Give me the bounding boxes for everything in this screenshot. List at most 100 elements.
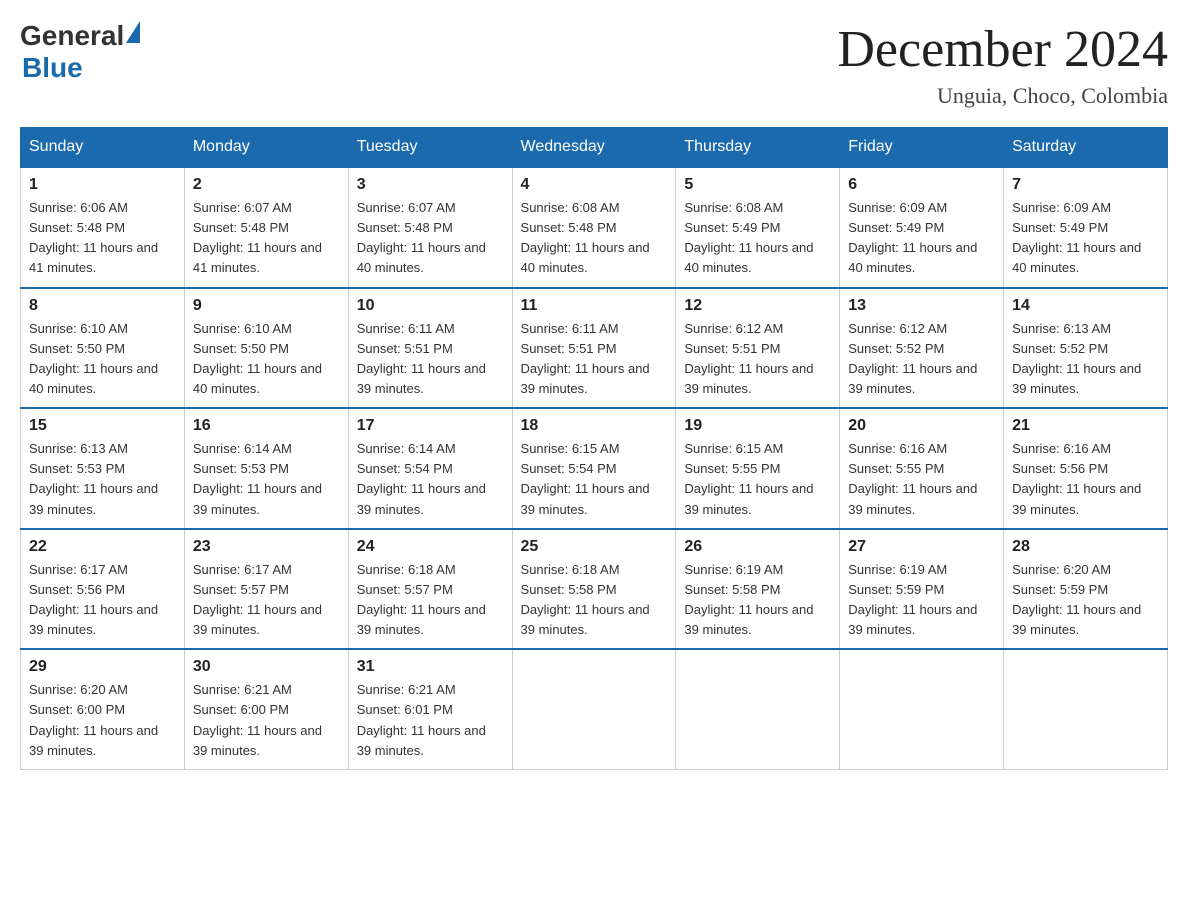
day-number: 20	[848, 417, 995, 435]
day-info: Sunrise: 6:09 AMSunset: 5:49 PMDaylight:…	[1012, 198, 1159, 279]
calendar-cell: 22 Sunrise: 6:17 AMSunset: 5:56 PMDayligh…	[21, 529, 185, 650]
day-info: Sunrise: 6:13 AMSunset: 5:53 PMDaylight:…	[29, 439, 176, 520]
day-info: Sunrise: 6:13 AMSunset: 5:52 PMDaylight:…	[1012, 319, 1159, 400]
weekday-header-wednesday: Wednesday	[512, 128, 676, 168]
day-info: Sunrise: 6:11 AMSunset: 5:51 PMDaylight:…	[357, 319, 504, 400]
weekday-header-thursday: Thursday	[676, 128, 840, 168]
calendar-cell: 20Sunrise: 6:16 AMSunset: 5:55 PMDayligh…	[840, 408, 1004, 529]
day-info: Sunrise: 6:18 AMSunset: 5:57 PMDaylight:…	[357, 560, 504, 641]
day-number: 14	[1012, 297, 1159, 315]
day-number: 4	[521, 176, 668, 194]
day-info: Sunrise: 6:12 AMSunset: 5:52 PMDaylight:…	[848, 319, 995, 400]
day-number: 17	[357, 417, 504, 435]
logo-triangle-icon	[126, 21, 140, 43]
day-number: 22	[29, 538, 176, 556]
day-info: Sunrise: 6:17 AMSunset: 5:56 PMDaylight:…	[29, 560, 176, 641]
day-info: Sunrise: 6:10 AMSunset: 5:50 PMDaylight:…	[29, 319, 176, 400]
day-info: Sunrise: 6:08 AMSunset: 5:49 PMDaylight:…	[684, 198, 831, 279]
day-info: Sunrise: 6:19 AMSunset: 5:58 PMDaylight:…	[684, 560, 831, 641]
day-info: Sunrise: 6:15 AMSunset: 5:55 PMDaylight:…	[684, 439, 831, 520]
day-info: Sunrise: 6:07 AMSunset: 5:48 PMDaylight:…	[193, 198, 340, 279]
calendar-body: 1 Sunrise: 6:06 AMSunset: 5:48 PMDaylight…	[21, 167, 1168, 769]
day-number: 30	[193, 658, 340, 676]
day-number: 19	[684, 417, 831, 435]
calendar-cell: 8 Sunrise: 6:10 AMSunset: 5:50 PMDaylight…	[21, 288, 185, 409]
calendar-header: SundayMondayTuesdayWednesdayThursdayFrid…	[21, 128, 1168, 168]
day-number: 16	[193, 417, 340, 435]
day-number: 2	[193, 176, 340, 194]
calendar-cell	[1004, 649, 1168, 769]
day-number: 11	[521, 297, 668, 315]
day-info: Sunrise: 6:06 AMSunset: 5:48 PMDaylight:…	[29, 198, 176, 279]
page-header: General Blue December 2024 Unguia, Choco…	[20, 20, 1168, 109]
day-info: Sunrise: 6:14 AMSunset: 5:54 PMDaylight:…	[357, 439, 504, 520]
day-number: 27	[848, 538, 995, 556]
day-info: Sunrise: 6:09 AMSunset: 5:49 PMDaylight:…	[848, 198, 995, 279]
day-info: Sunrise: 6:11 AMSunset: 5:51 PMDaylight:…	[521, 319, 668, 400]
day-number: 3	[357, 176, 504, 194]
logo-general-text: General	[20, 20, 124, 52]
calendar-cell: 10 Sunrise: 6:11 AMSunset: 5:51 PMDayligh…	[348, 288, 512, 409]
day-info: Sunrise: 6:15 AMSunset: 5:54 PMDaylight:…	[521, 439, 668, 520]
calendar-cell: 25 Sunrise: 6:18 AMSunset: 5:58 PMDayligh…	[512, 529, 676, 650]
calendar-cell: 30 Sunrise: 6:21 AMSunset: 6:00 PMDayligh…	[184, 649, 348, 769]
day-number: 18	[521, 417, 668, 435]
day-number: 29	[29, 658, 176, 676]
day-number: 31	[357, 658, 504, 676]
calendar-cell: 12 Sunrise: 6:12 AMSunset: 5:51 PMDayligh…	[676, 288, 840, 409]
logo: General Blue	[20, 20, 140, 84]
calendar-cell: 17 Sunrise: 6:14 AMSunset: 5:54 PMDayligh…	[348, 408, 512, 529]
day-number: 8	[29, 297, 176, 315]
calendar-cell: 5 Sunrise: 6:08 AMSunset: 5:49 PMDaylight…	[676, 167, 840, 288]
calendar-cell: 21 Sunrise: 6:16 AMSunset: 5:56 PMDayligh…	[1004, 408, 1168, 529]
day-number: 25	[521, 538, 668, 556]
calendar-cell: 18 Sunrise: 6:15 AMSunset: 5:54 PMDayligh…	[512, 408, 676, 529]
day-number: 12	[684, 297, 831, 315]
calendar-cell: 11 Sunrise: 6:11 AMSunset: 5:51 PMDayligh…	[512, 288, 676, 409]
day-info: Sunrise: 6:12 AMSunset: 5:51 PMDaylight:…	[684, 319, 831, 400]
calendar-cell	[840, 649, 1004, 769]
calendar-cell: 3 Sunrise: 6:07 AMSunset: 5:48 PMDaylight…	[348, 167, 512, 288]
calendar-cell: 1 Sunrise: 6:06 AMSunset: 5:48 PMDaylight…	[21, 167, 185, 288]
calendar-table: SundayMondayTuesdayWednesdayThursdayFrid…	[20, 127, 1168, 770]
calendar-cell: 15 Sunrise: 6:13 AMSunset: 5:53 PMDayligh…	[21, 408, 185, 529]
day-info: Sunrise: 6:16 AMSunset: 5:56 PMDaylight:…	[1012, 439, 1159, 520]
calendar-cell: 24 Sunrise: 6:18 AMSunset: 5:57 PMDayligh…	[348, 529, 512, 650]
page-title: December 2024	[837, 20, 1168, 79]
day-number: 1	[29, 176, 176, 194]
day-info: Sunrise: 6:18 AMSunset: 5:58 PMDaylight:…	[521, 560, 668, 641]
day-info: Sunrise: 6:19 AMSunset: 5:59 PMDaylight:…	[848, 560, 995, 641]
day-number: 23	[193, 538, 340, 556]
day-number: 15	[29, 417, 176, 435]
day-number: 26	[684, 538, 831, 556]
calendar-cell: 13 Sunrise: 6:12 AMSunset: 5:52 PMDayligh…	[840, 288, 1004, 409]
day-info: Sunrise: 6:14 AMSunset: 5:53 PMDaylight:…	[193, 439, 340, 520]
calendar-cell: 2 Sunrise: 6:07 AMSunset: 5:48 PMDaylight…	[184, 167, 348, 288]
day-number: 10	[357, 297, 504, 315]
location-subtitle: Unguia, Choco, Colombia	[837, 83, 1168, 109]
day-info: Sunrise: 6:21 AMSunset: 6:00 PMDaylight:…	[193, 680, 340, 761]
calendar-cell: 14 Sunrise: 6:13 AMSunset: 5:52 PMDayligh…	[1004, 288, 1168, 409]
calendar-cell: 4Sunrise: 6:08 AMSunset: 5:48 PMDaylight…	[512, 167, 676, 288]
day-number: 5	[684, 176, 831, 194]
title-block: December 2024 Unguia, Choco, Colombia	[837, 20, 1168, 109]
calendar-cell	[512, 649, 676, 769]
day-number: 13	[848, 297, 995, 315]
day-number: 6	[848, 176, 995, 194]
day-info: Sunrise: 6:20 AMSunset: 6:00 PMDaylight:…	[29, 680, 176, 761]
weekday-header-saturday: Saturday	[1004, 128, 1168, 168]
day-info: Sunrise: 6:17 AMSunset: 5:57 PMDaylight:…	[193, 560, 340, 641]
day-number: 24	[357, 538, 504, 556]
calendar-cell: 7 Sunrise: 6:09 AMSunset: 5:49 PMDaylight…	[1004, 167, 1168, 288]
day-number: 7	[1012, 176, 1159, 194]
day-info: Sunrise: 6:20 AMSunset: 5:59 PMDaylight:…	[1012, 560, 1159, 641]
day-number: 21	[1012, 417, 1159, 435]
calendar-cell: 19 Sunrise: 6:15 AMSunset: 5:55 PMDayligh…	[676, 408, 840, 529]
weekday-header-friday: Friday	[840, 128, 1004, 168]
calendar-cell: 23 Sunrise: 6:17 AMSunset: 5:57 PMDayligh…	[184, 529, 348, 650]
day-info: Sunrise: 6:07 AMSunset: 5:48 PMDaylight:…	[357, 198, 504, 279]
day-info: Sunrise: 6:10 AMSunset: 5:50 PMDaylight:…	[193, 319, 340, 400]
weekday-header-monday: Monday	[184, 128, 348, 168]
calendar-cell: 9Sunrise: 6:10 AMSunset: 5:50 PMDaylight…	[184, 288, 348, 409]
calendar-cell	[676, 649, 840, 769]
